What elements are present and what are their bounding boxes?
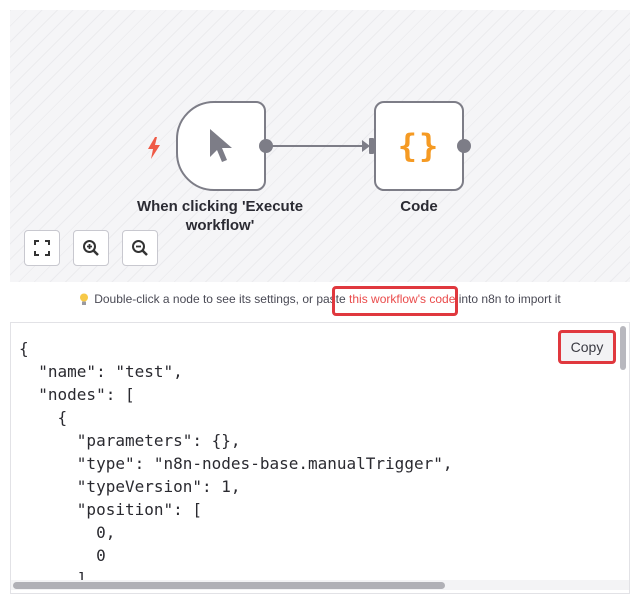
code-braces-icon: {} — [397, 127, 441, 165]
copy-button[interactable]: Copy — [558, 330, 616, 364]
hint-prefix: Double-click a node to see its settings,… — [94, 292, 350, 306]
hint-suffix: into n8n to import it — [455, 292, 561, 306]
zoom-in-icon — [83, 240, 99, 256]
workflow-code-link[interactable]: this workflow's code — [349, 292, 455, 306]
fit-view-button[interactable] — [24, 230, 60, 266]
trigger-output-handle[interactable] — [259, 139, 273, 153]
workflow-json-code: { "name": "test", "nodes": [ { "paramete… — [19, 339, 453, 588]
trigger-node[interactable] — [176, 101, 266, 191]
connection-line[interactable] — [272, 145, 368, 147]
code-panel[interactable]: { "name": "test", "nodes": [ { "paramete… — [10, 322, 630, 594]
lightbulb-icon — [80, 293, 89, 305]
trigger-bolt-icon — [148, 137, 160, 159]
vertical-scrollbar-thumb[interactable] — [620, 326, 626, 370]
code-node[interactable]: {} — [374, 101, 464, 191]
zoom-out-icon — [132, 240, 148, 256]
code-output-handle[interactable] — [457, 139, 471, 153]
trigger-node-label: When clicking 'Execute workflow' — [136, 198, 304, 234]
cursor-pointer-icon — [210, 129, 232, 162]
horizontal-scrollbar-thumb[interactable] — [13, 582, 445, 589]
code-node-label: Code — [400, 198, 438, 215]
workflow-canvas[interactable]: {} When clicking 'Execute workflow' Code — [10, 10, 630, 282]
zoom-out-button[interactable] — [122, 230, 158, 266]
hint-bar: Double-click a node to see its settings,… — [10, 282, 630, 316]
fit-view-icon — [34, 240, 50, 256]
zoom-in-button[interactable] — [73, 230, 109, 266]
